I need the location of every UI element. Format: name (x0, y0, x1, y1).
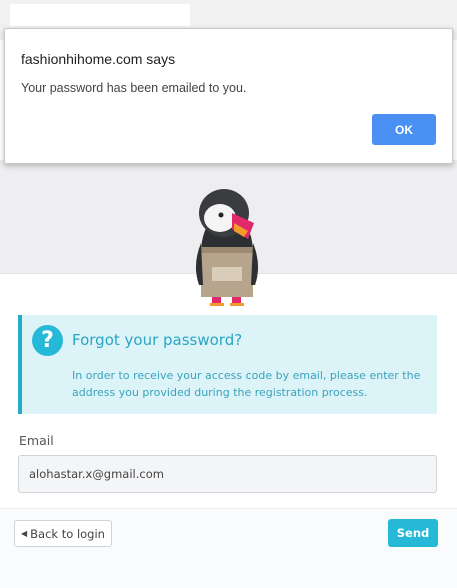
email-label: Email (19, 433, 54, 448)
address-bar[interactable] (10, 4, 190, 26)
back-to-login-label: Back to login (30, 526, 105, 541)
send-button[interactable]: Send (388, 519, 438, 547)
puffin-mascot-logo (195, 189, 259, 306)
email-field[interactable] (18, 455, 437, 493)
back-to-login-button[interactable]: ◀ Back to login (14, 520, 112, 547)
caret-left-icon: ◀ (21, 529, 28, 538)
ok-button[interactable]: OK (372, 114, 436, 145)
dialog-message: Your password has been emailed to you. (21, 81, 247, 95)
info-alert: ? Forgot your password? In order to rece… (18, 315, 437, 414)
alert-body: In order to receive your access code by … (72, 369, 421, 399)
dialog-title: fashionhihome.com says (21, 51, 176, 67)
alert-title: Forgot your password? (72, 331, 243, 349)
question-icon: ? (32, 325, 63, 356)
browser-alert-dialog: fashionhihome.com says Your password has… (4, 28, 453, 164)
